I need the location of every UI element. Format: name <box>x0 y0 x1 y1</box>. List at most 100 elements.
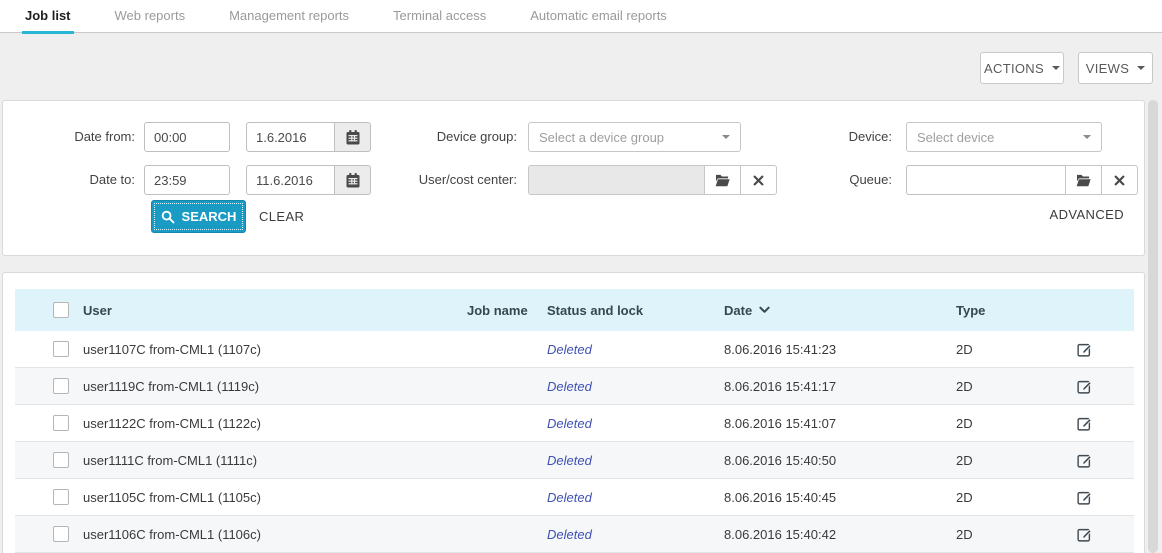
date-cell: 8.06.2016 15:40:42 <box>712 527 944 542</box>
date-cell: 8.06.2016 15:41:07 <box>712 416 944 431</box>
device-placeholder: Select device <box>917 130 994 145</box>
actions-button-label: ACTIONS <box>984 61 1044 76</box>
folder-open-icon <box>715 174 730 187</box>
row-checkbox[interactable] <box>53 489 69 505</box>
tab-terminal-access[interactable]: Terminal access <box>393 0 486 33</box>
table-row[interactable]: user1111C from-CML1 (1111c) Deleted 8.06… <box>15 442 1134 479</box>
user-cell: user1119C from-CML1 (1119c) <box>71 379 455 394</box>
user-cell: user1106C from-CML1 (1106c) <box>71 527 455 542</box>
table-row[interactable]: user1105C from-CML1 (1105c) Deleted 8.06… <box>15 479 1134 516</box>
chevron-down-icon <box>1083 135 1091 139</box>
type-cell: 2D <box>944 490 1035 505</box>
user-cost-center-label: User/cost center: <box>363 165 517 195</box>
date-cell: 8.06.2016 15:40:50 <box>712 453 944 468</box>
edit-icon[interactable] <box>1077 416 1092 431</box>
device-group-placeholder: Select a device group <box>539 130 664 145</box>
row-checkbox[interactable] <box>53 415 69 431</box>
queue-clear-button[interactable] <box>1101 165 1138 195</box>
user-cost-center-browse-button[interactable] <box>704 165 741 195</box>
clear-link[interactable]: CLEAR <box>259 200 304 233</box>
date-cell: 8.06.2016 15:40:45 <box>712 490 944 505</box>
select-all-checkbox[interactable] <box>53 302 69 318</box>
tab-automatic-email-reports[interactable]: Automatic email reports <box>530 0 667 33</box>
date-to-group <box>246 165 371 195</box>
edit-icon[interactable] <box>1077 490 1092 505</box>
type-cell: 2D <box>944 379 1035 394</box>
tab-web-reports[interactable]: Web reports <box>115 0 186 33</box>
search-icon <box>161 210 175 224</box>
chevron-down-icon <box>722 135 730 139</box>
queue-label: Queue: <box>753 165 892 195</box>
date-to-label: Date to: <box>3 165 135 195</box>
status-link[interactable]: Deleted <box>547 416 592 431</box>
edit-icon[interactable] <box>1077 527 1092 542</box>
column-header-date[interactable]: Date <box>712 303 944 318</box>
tab-management-reports[interactable]: Management reports <box>229 0 349 33</box>
calendar-icon <box>346 173 360 188</box>
type-cell: 2D <box>944 416 1035 431</box>
actions-button[interactable]: ACTIONS <box>980 52 1064 84</box>
status-link[interactable]: Deleted <box>547 379 592 394</box>
status-link[interactable]: Deleted <box>547 490 592 505</box>
date-from-label: Date from: <box>3 122 135 152</box>
user-cell: user1107C from-CML1 (1107c) <box>71 342 455 357</box>
table-row[interactable]: user1106C from-CML1 (1106c) Deleted 8.06… <box>15 516 1134 553</box>
status-link[interactable]: Deleted <box>547 453 592 468</box>
device-select[interactable]: Select device <box>906 122 1102 152</box>
search-button[interactable]: SEARCH <box>151 200 246 233</box>
time-from-input[interactable] <box>144 122 230 152</box>
job-table-card: User Job name Status and lock Date Type … <box>2 272 1145 553</box>
tab-job-list[interactable]: Job list <box>25 0 71 33</box>
queue-group <box>906 165 1138 195</box>
column-header-type: Type <box>944 303 1035 318</box>
type-cell: 2D <box>944 342 1035 357</box>
date-cell: 8.06.2016 15:41:17 <box>712 379 944 394</box>
edit-icon[interactable] <box>1077 342 1092 357</box>
device-group-select[interactable]: Select a device group <box>528 122 741 152</box>
date-to-input[interactable] <box>246 165 335 195</box>
tab-bar: Job list Web reports Management reports … <box>0 0 1162 33</box>
filter-panel: Date from: Date to: Device group: Select… <box>2 100 1145 256</box>
advanced-link[interactable]: ADVANCED <box>1050 207 1124 222</box>
edit-icon[interactable] <box>1077 379 1092 394</box>
views-button-label: VIEWS <box>1086 61 1129 76</box>
queue-input[interactable] <box>906 165 1066 195</box>
job-table: User Job name Status and lock Date Type … <box>15 289 1134 553</box>
status-link[interactable]: Deleted <box>547 342 592 357</box>
row-checkbox[interactable] <box>53 341 69 357</box>
row-checkbox[interactable] <box>53 452 69 468</box>
table-header-row: User Job name Status and lock Date Type <box>15 289 1134 331</box>
device-group-label: Device group: <box>363 122 517 152</box>
chevron-down-icon <box>1052 66 1060 70</box>
table-row[interactable]: user1107C from-CML1 (1107c) Deleted 8.06… <box>15 331 1134 368</box>
column-header-date-label: Date <box>724 303 752 318</box>
date-from-input[interactable] <box>246 122 335 152</box>
device-label: Device: <box>753 122 892 152</box>
user-cost-center-input[interactable] <box>528 165 705 195</box>
vertical-scrollbar[interactable] <box>1148 100 1158 553</box>
search-button-label: SEARCH <box>182 209 237 224</box>
type-cell: 2D <box>944 453 1035 468</box>
edit-icon[interactable] <box>1077 453 1092 468</box>
close-icon <box>1114 175 1125 186</box>
column-header-user: User <box>71 303 455 318</box>
type-cell: 2D <box>944 527 1035 542</box>
status-link[interactable]: Deleted <box>547 527 592 542</box>
table-row[interactable]: user1122C from-CML1 (1122c) Deleted 8.06… <box>15 405 1134 442</box>
user-cell: user1122C from-CML1 (1122c) <box>71 416 455 431</box>
user-cell: user1105C from-CML1 (1105c) <box>71 490 455 505</box>
table-row[interactable]: user1119C from-CML1 (1119c) Deleted 8.06… <box>15 368 1134 405</box>
user-cell: user1111C from-CML1 (1111c) <box>71 453 455 468</box>
user-cost-center-group <box>528 165 777 195</box>
date-cell: 8.06.2016 15:41:23 <box>712 342 944 357</box>
date-from-group <box>246 122 371 152</box>
calendar-icon <box>346 130 360 145</box>
views-button[interactable]: VIEWS <box>1078 52 1153 84</box>
row-checkbox[interactable] <box>53 526 69 542</box>
sort-descending-icon <box>759 306 770 314</box>
queue-browse-button[interactable] <box>1065 165 1102 195</box>
time-to-input[interactable] <box>144 165 230 195</box>
row-checkbox[interactable] <box>53 378 69 394</box>
column-header-job-name: Job name <box>455 303 535 318</box>
folder-open-icon <box>1076 174 1091 187</box>
